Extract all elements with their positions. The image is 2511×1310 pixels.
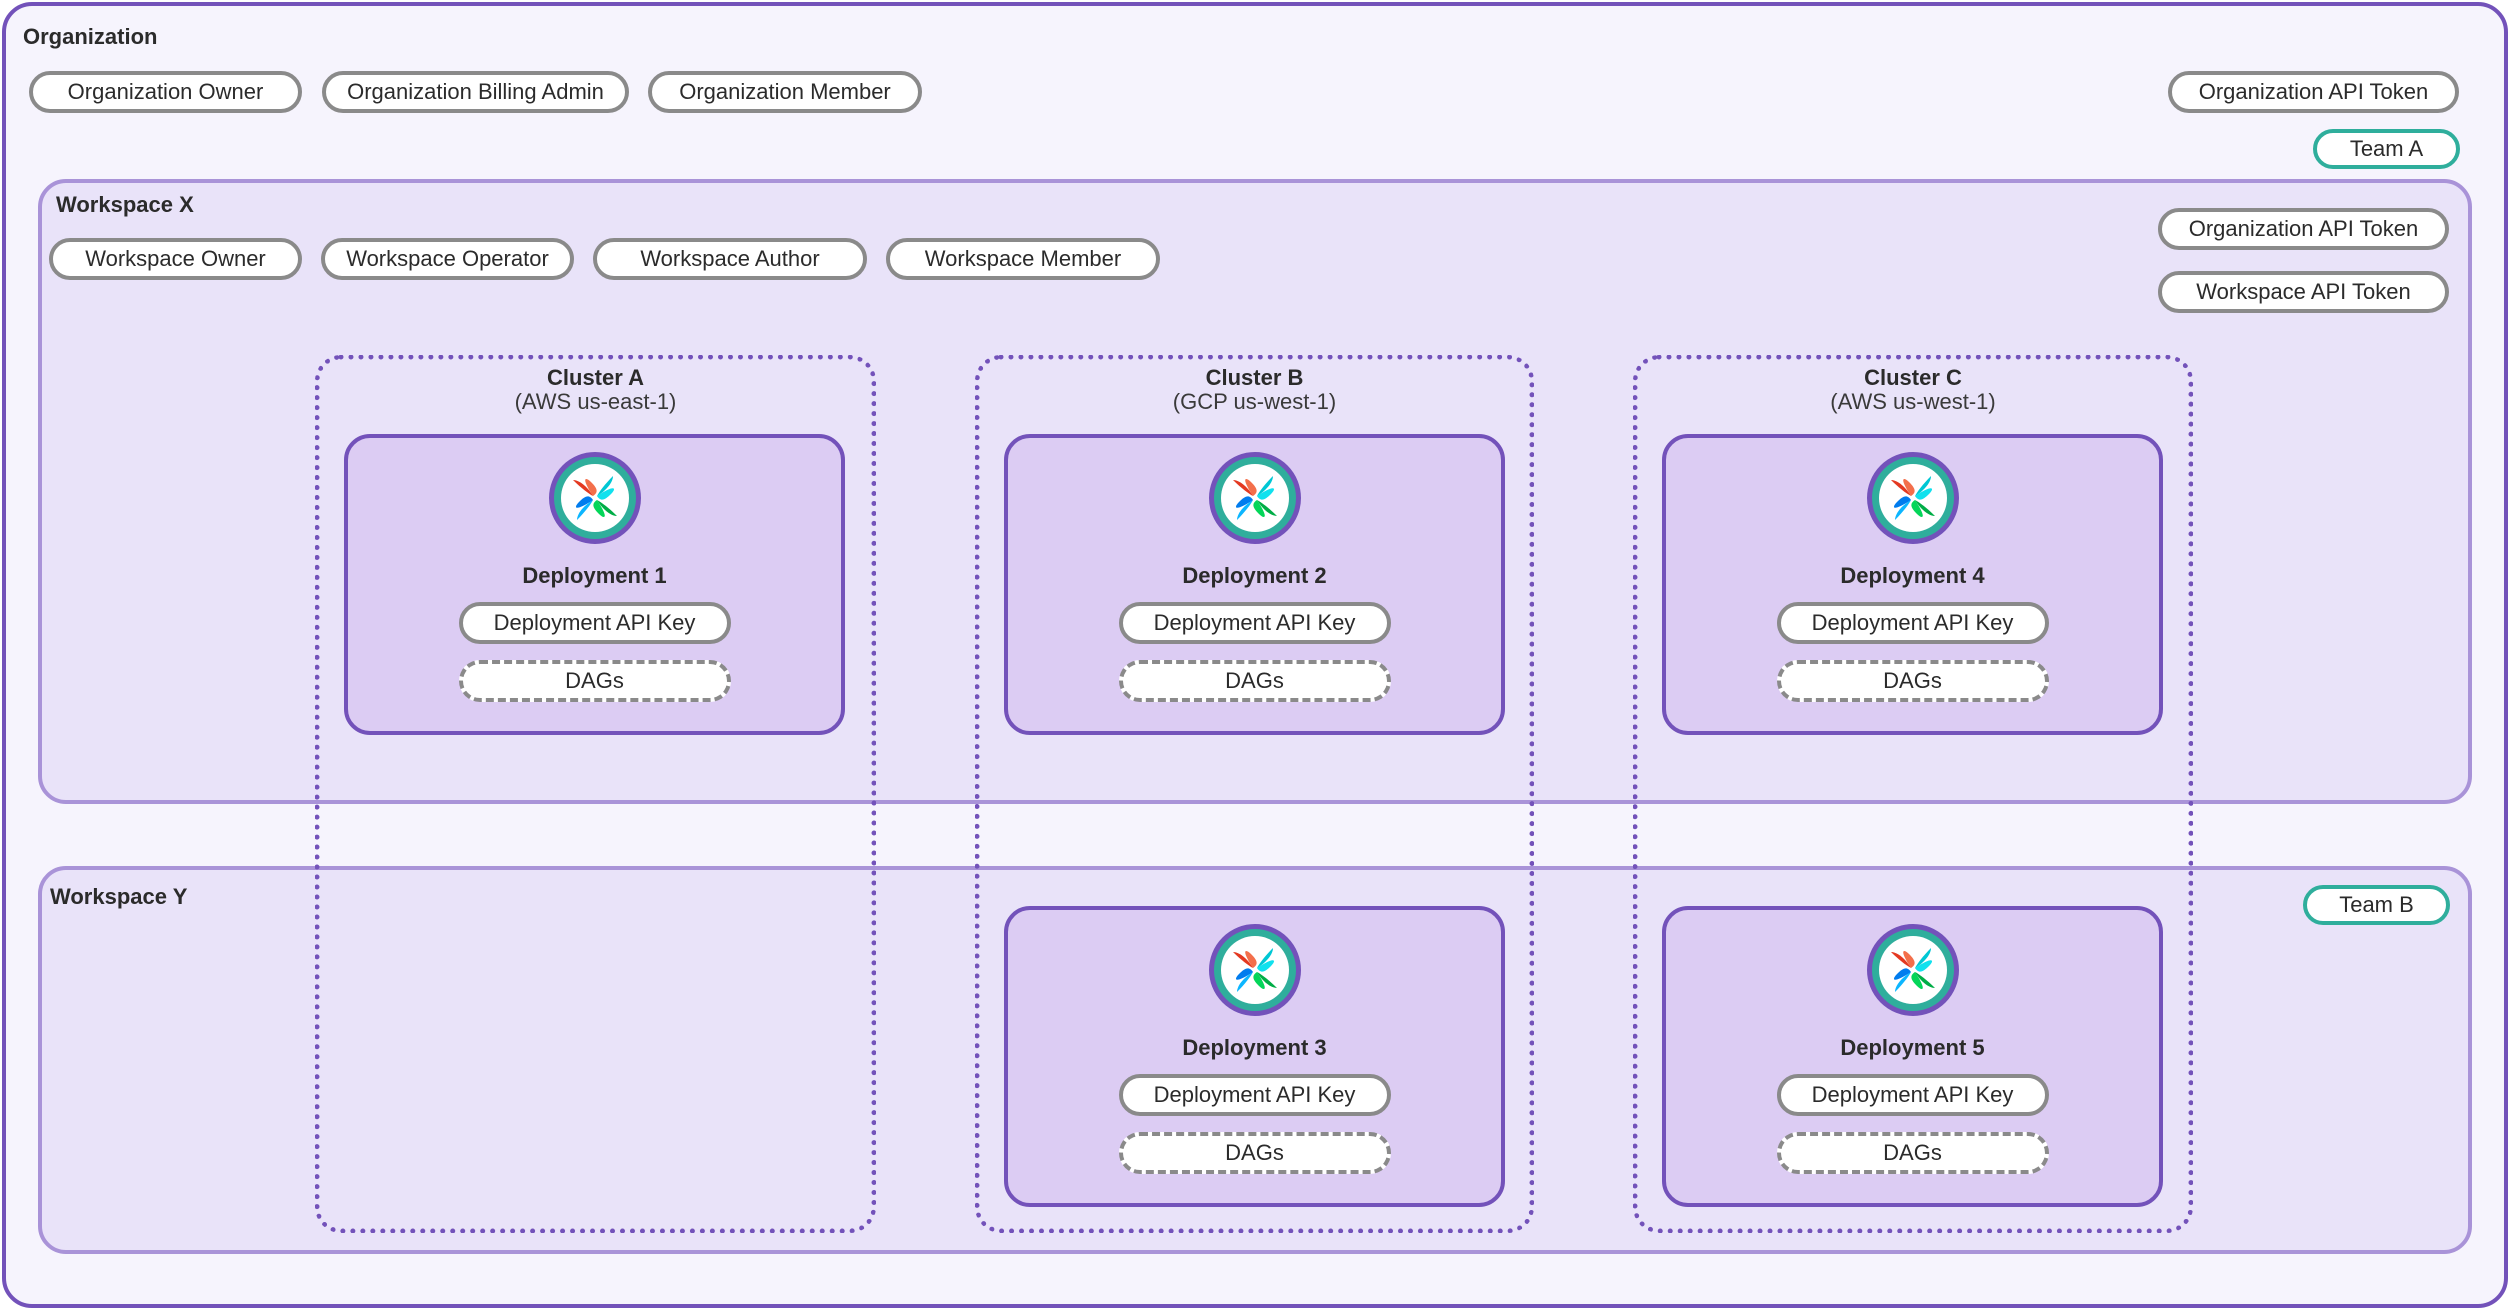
airflow-pinwheel-icon <box>1208 452 1301 544</box>
deployment-api-key[interactable]: Deployment API Key <box>458 602 731 644</box>
deployment-dags[interactable]: DAGs <box>458 660 731 702</box>
deployment-api-key[interactable]: Deployment API Key <box>1776 602 2049 644</box>
deployment-name: Deployment 1 <box>522 563 667 588</box>
deployment-name: Deployment 2 <box>1182 563 1327 588</box>
role-workspace-owner[interactable]: Workspace Owner <box>49 238 302 280</box>
organization-title: Organization <box>23 24 158 49</box>
role-workspace-operator[interactable]: Workspace Operator <box>321 238 574 280</box>
organization-api-token[interactable]: Organization API Token <box>2168 71 2459 113</box>
airflow-pinwheel-icon <box>1866 452 1959 544</box>
role-organization-owner[interactable]: Organization Owner <box>29 71 302 113</box>
role-workspace-member[interactable]: Workspace Member <box>886 238 1160 280</box>
workspace-x-organization-api-token[interactable]: Organization API Token <box>2158 208 2449 250</box>
workspace-y-title: Workspace Y <box>50 884 188 909</box>
cluster-b-label: Cluster B (GCP us-west-1) <box>975 366 1534 414</box>
deployment-dags[interactable]: DAGs <box>1776 660 2049 702</box>
deployment-name: Deployment 4 <box>1840 563 1985 588</box>
cluster-c-name: Cluster C <box>1864 365 1962 390</box>
cluster-a-region: (AWS us-east-1) <box>514 389 677 414</box>
deployment-dags[interactable]: DAGs <box>1776 1132 2049 1174</box>
deployment-dags[interactable]: DAGs <box>1118 660 1391 702</box>
cluster-b-region: (GCP us-west-1) <box>1172 389 1337 414</box>
role-organization-member[interactable]: Organization Member <box>648 71 922 113</box>
airflow-pinwheel-icon <box>548 452 641 544</box>
team-b-badge[interactable]: Team B <box>2303 885 2450 925</box>
deployment-dags[interactable]: DAGs <box>1118 1132 1391 1174</box>
cluster-c-region: (AWS us-west-1) <box>1830 389 1996 414</box>
role-workspace-author[interactable]: Workspace Author <box>593 238 867 280</box>
deployment-api-key[interactable]: Deployment API Key <box>1776 1074 2049 1116</box>
deployment-api-key[interactable]: Deployment API Key <box>1118 602 1391 644</box>
airflow-pinwheel-icon <box>1866 924 1959 1016</box>
team-a-badge[interactable]: Team A <box>2313 129 2460 169</box>
deployment-name: Deployment 5 <box>1840 1035 1985 1060</box>
cluster-c-label: Cluster C (AWS us-west-1) <box>1633 366 2193 414</box>
deployment-api-key[interactable]: Deployment API Key <box>1118 1074 1391 1116</box>
role-organization-billing-admin[interactable]: Organization Billing Admin <box>322 71 629 113</box>
workspace-x-workspace-api-token[interactable]: Workspace API Token <box>2158 271 2449 313</box>
deployment-name: Deployment 3 <box>1182 1035 1327 1060</box>
workspace-x-title: Workspace X <box>56 192 194 217</box>
cluster-a-name: Cluster A <box>547 365 644 390</box>
airflow-pinwheel-icon <box>1208 924 1301 1016</box>
cluster-a-label: Cluster A (AWS us-east-1) <box>315 366 876 414</box>
cluster-b-name: Cluster B <box>1205 365 1304 390</box>
